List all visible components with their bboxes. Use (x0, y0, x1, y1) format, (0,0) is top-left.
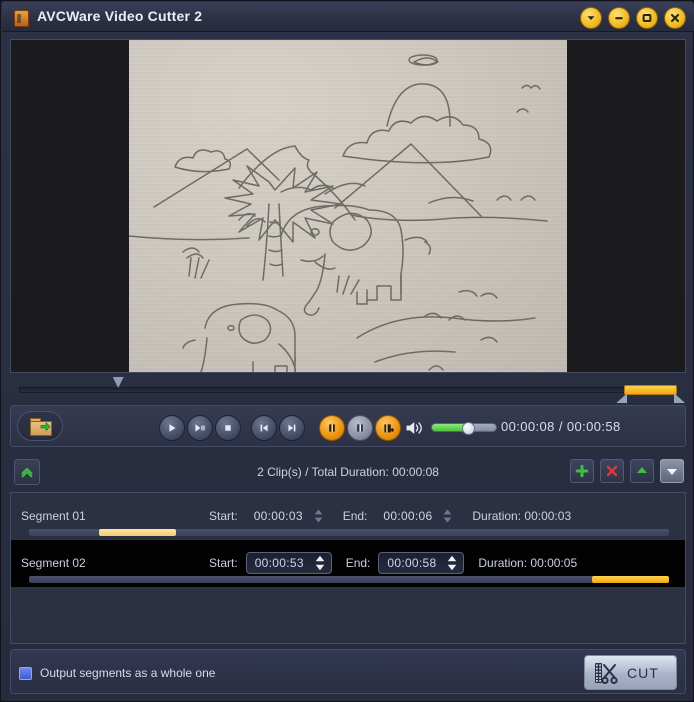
end-time-value: 00:00:58 (387, 556, 437, 570)
start-time-value: 00:00:03 (253, 509, 303, 523)
stepper-up-icon (448, 555, 457, 562)
checkbox-box[interactable] (19, 666, 32, 680)
app-icon (14, 10, 29, 27)
end-time-value: 00:00:06 (383, 509, 433, 523)
stepper-up-icon (443, 509, 452, 515)
stepper-down-icon (314, 517, 323, 523)
set-start-button[interactable] (319, 415, 345, 441)
frame-step-button[interactable] (187, 415, 213, 441)
chevron-down-icon (587, 16, 595, 20)
segment-fields: Start: 00:00:03 End: 00:00:06 Duration: … (209, 505, 571, 527)
clip-action-buttons (570, 459, 684, 483)
next-button[interactable] (279, 415, 305, 441)
end-time-input[interactable]: 00:00:58 (378, 552, 465, 574)
start-time-stepper[interactable] (314, 509, 323, 523)
frame-step-icon (195, 424, 205, 432)
maximize-button[interactable] (636, 7, 658, 29)
volume-icon[interactable] (405, 420, 425, 436)
output-whole-checkbox[interactable]: Output segments as a whole one (19, 666, 215, 680)
open-file-button[interactable] (17, 411, 63, 441)
window-title: AVCWare Video Cutter 2 (37, 8, 203, 24)
previous-button[interactable] (251, 415, 277, 441)
segment-name: Segment 02 (21, 556, 86, 570)
stepper-up-icon (314, 509, 323, 515)
clip-summary-bar: 2 Clip(s) / Total Duration: 00:00:08 (10, 456, 686, 490)
add-clip-button[interactable] (570, 459, 594, 483)
timeline-track[interactable] (19, 387, 677, 393)
stepper-up-icon (315, 555, 324, 562)
segment-row[interactable]: Segment 02 Start: 00:00:53 End: 00:00:58 (11, 540, 685, 587)
play-button[interactable] (159, 415, 185, 441)
add-segment-button[interactable] (375, 415, 401, 441)
segment-duration: Duration: 00:00:03 (472, 509, 572, 523)
end-time-stepper[interactable] (447, 555, 457, 571)
checkbox-label: Output segments as a whole one (40, 666, 216, 680)
mark-out-icon (357, 424, 363, 432)
cut-button[interactable]: CUT (584, 655, 677, 690)
chevron-down-button[interactable] (580, 7, 602, 29)
segment-row[interactable]: Segment 01 Start: 00:00:03 End: 00:00:06 (11, 493, 685, 540)
stop-icon (225, 425, 231, 431)
add-clip-icon (383, 423, 394, 432)
segment-track[interactable] (29, 529, 669, 536)
move-up-button[interactable] (630, 459, 654, 483)
volume-slider[interactable] (431, 422, 497, 435)
play-icon (169, 424, 176, 432)
set-end-button[interactable] (347, 415, 373, 441)
video-frame-image (128, 40, 567, 372)
cross-icon (606, 465, 618, 477)
end-time-input[interactable]: 00:00:06 (375, 505, 458, 527)
start-time-input[interactable]: 00:00:53 (245, 552, 332, 574)
segment-duration: Duration: 00:00:05 (478, 556, 578, 570)
move-down-button[interactable] (660, 459, 684, 483)
start-label: Start: (209, 556, 238, 570)
next-icon (288, 424, 296, 432)
cut-label: CUT (627, 664, 659, 681)
segment-fields: Start: 00:00:53 End: 00:00:58 Duration: … (209, 552, 577, 574)
segment-track[interactable] (29, 576, 669, 583)
segment-list: Segment 01 Start: 00:00:03 End: 00:00:06 (10, 492, 686, 644)
stepper-down-icon (443, 517, 452, 523)
transport-bar: 00:00:08 / 00:00:58 (10, 405, 686, 447)
minimize-button[interactable] (608, 7, 630, 29)
mark-in-icon (329, 424, 335, 432)
paper-grain (129, 40, 567, 372)
close-button[interactable] (664, 7, 686, 29)
end-label: End: (345, 556, 371, 570)
plus-icon (575, 464, 589, 478)
stop-button[interactable] (215, 415, 241, 441)
window-controls (580, 7, 686, 29)
stepper-down-icon (448, 564, 457, 571)
main-timeline[interactable] (10, 375, 686, 403)
previous-icon (260, 424, 268, 432)
arrow-down-icon (667, 469, 677, 475)
maximize-icon (642, 14, 652, 22)
timeline-selection-band[interactable] (624, 385, 677, 395)
video-canvas (11, 40, 685, 372)
segment-range[interactable] (99, 529, 177, 536)
start-time-stepper[interactable] (315, 555, 325, 571)
start-time-input[interactable]: 00:00:03 (246, 505, 329, 527)
volume-knob[interactable] (462, 422, 476, 435)
arrow-up-icon (637, 467, 647, 473)
segment-range[interactable] (592, 576, 669, 583)
start-label: Start: (209, 509, 238, 523)
end-time-stepper[interactable] (443, 509, 452, 523)
start-time-value: 00:00:53 (254, 556, 304, 570)
time-display: 00:00:08 / 00:00:58 (501, 419, 621, 434)
title-bar: AVCWare Video Cutter 2 (2, 2, 694, 32)
scissors-film-icon (595, 662, 618, 684)
close-icon (670, 13, 680, 23)
delete-clip-button[interactable] (600, 459, 624, 483)
minimize-icon (615, 17, 623, 20)
application-window: AVCWare Video Cutter 2 00:00:08 / 00:00:… (0, 0, 694, 702)
end-label: End: (342, 509, 368, 523)
stepper-down-icon (315, 564, 324, 571)
segment-name: Segment 01 (21, 509, 86, 523)
video-preview[interactable] (10, 39, 686, 373)
open-folder-icon (30, 418, 52, 436)
footer-bar: Output segments as a whole one CUT (10, 649, 686, 694)
